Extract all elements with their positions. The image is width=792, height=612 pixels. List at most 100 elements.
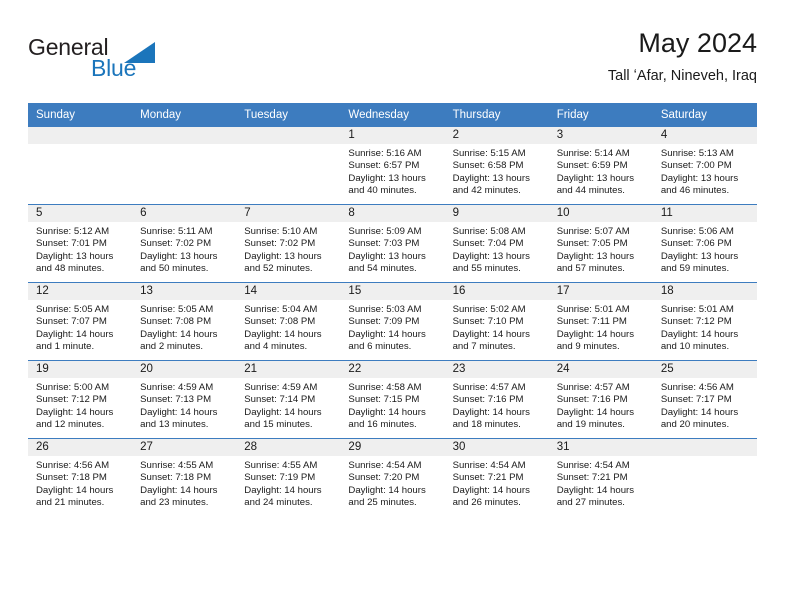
sunrise-time: Sunrise: 4:54 AM — [452, 460, 526, 471]
daylight-duration-line1: Daylight: 14 hours — [348, 406, 426, 418]
calendar-day-cell[interactable]: 24 Sunrise: 4:57 AM Sunset: 7:16 PM Dayligh… — [548, 360, 653, 439]
calendar-day-cell[interactable]: 17 Sunrise: 5:01 AM Sunset: 7:11 PM Dayligh… — [548, 282, 653, 361]
daylight-duration-line1: Daylight: 13 hours — [140, 250, 218, 262]
daylight-duration-line2: and 57 minutes. — [556, 263, 625, 275]
daylight-duration-line1: Daylight: 13 hours — [348, 250, 426, 262]
calendar-day-cell[interactable]: 9 Sunrise: 5:08 AM Sunset: 7:04 PM Daylight… — [444, 204, 549, 283]
calendar-day-cell[interactable]: 27 Sunrise: 4:55 AM Sunset: 7:18 PM Dayligh… — [132, 438, 237, 516]
day-number: 2 — [444, 127, 549, 144]
day-number — [132, 127, 237, 144]
calendar-day-cell[interactable]: 3 Sunrise: 5:14 AM Sunset: 6:59 PM Daylight… — [548, 127, 653, 205]
day-number: 30 — [444, 439, 549, 456]
calendar-day-cell[interactable]: 29 Sunrise: 4:54 AM Sunset: 7:20 PM Dayligh… — [340, 438, 445, 516]
sunset-time: Sunset: 7:18 PM — [140, 472, 212, 484]
daylight-duration-line2: and 21 minutes. — [36, 497, 105, 509]
day-number: 12 — [28, 283, 133, 300]
calendar-week-row: 26 Sunrise: 4:56 AM Sunset: 7:18 PM Dayligh… — [28, 438, 757, 516]
sunrise-time: Sunrise: 5:04 AM — [244, 304, 318, 315]
sunrise-time: Sunrise: 5:14 AM — [556, 148, 630, 159]
sunrise-time: Sunrise: 4:55 AM — [140, 460, 214, 471]
day-cell-details: Sunrise: 5:05 AM Sunset: 7:07 PM Daylight:… — [28, 300, 132, 354]
daylight-duration-line1: Daylight: 14 hours — [244, 328, 322, 340]
sunset-time: Sunset: 7:00 PM — [660, 160, 732, 172]
daylight-duration-line1: Daylight: 14 hours — [556, 484, 635, 496]
day-cell-details — [653, 456, 757, 460]
calendar-day-cell[interactable]: 8 Sunrise: 5:09 AM Sunset: 7:03 PM Daylight… — [340, 204, 445, 283]
calendar-day-cell[interactable]: 20 Sunrise: 4:59 AM Sunset: 7:13 PM Dayligh… — [132, 360, 237, 439]
calendar-day-cell[interactable]: 13 Sunrise: 5:05 AM Sunset: 7:08 PM Dayligh… — [132, 282, 237, 361]
sunrise-sunset-calendar-table: Sunday Monday Tuesday Wednesday Thursday… — [28, 103, 757, 516]
daylight-duration-line2: and 55 minutes. — [452, 263, 521, 275]
day-number: 19 — [28, 361, 133, 378]
calendar-day-cell[interactable]: 1 Sunrise: 5:16 AM Sunset: 6:57 PM Daylight… — [340, 127, 445, 205]
daylight-duration-line1: Daylight: 14 hours — [140, 484, 218, 496]
daylight-duration-line1: Daylight: 14 hours — [244, 406, 322, 418]
day-number: 21 — [236, 361, 341, 378]
sunrise-time: Sunrise: 5:16 AM — [348, 148, 422, 159]
daylight-duration-line2: and 50 minutes. — [140, 263, 209, 275]
calendar-day-cell[interactable]: 23 Sunrise: 4:57 AM Sunset: 7:16 PM Dayligh… — [444, 360, 549, 439]
sunset-time: Sunset: 7:10 PM — [452, 316, 524, 328]
calendar-day-cell[interactable]: 19 Sunrise: 5:00 AM Sunset: 7:12 PM Dayligh… — [28, 360, 133, 439]
calendar-day-cell[interactable]: 2 Sunrise: 5:15 AM Sunset: 6:58 PM Daylight… — [444, 127, 549, 205]
day-number: 28 — [236, 439, 341, 456]
sunset-time: Sunset: 7:08 PM — [140, 316, 212, 328]
sunset-time: Sunset: 7:01 PM — [36, 238, 107, 250]
calendar-day-cell[interactable]: 28 Sunrise: 4:55 AM Sunset: 7:19 PM Dayligh… — [236, 438, 341, 516]
daylight-duration-line2: and 13 minutes. — [140, 419, 209, 431]
day-number: 23 — [444, 361, 549, 378]
daylight-duration-line1: Daylight: 14 hours — [140, 328, 218, 340]
calendar-day-cell[interactable]: 22 Sunrise: 4:58 AM Sunset: 7:15 PM Dayligh… — [340, 360, 445, 439]
day-number: 14 — [236, 283, 341, 300]
daylight-duration-line2: and 4 minutes. — [244, 341, 308, 353]
sunrise-time: Sunrise: 4:57 AM — [452, 382, 526, 393]
calendar-day-cell[interactable]: 21 Sunrise: 4:59 AM Sunset: 7:14 PM Dayligh… — [236, 360, 341, 439]
daylight-duration-line2: and 25 minutes. — [348, 497, 417, 509]
day-number: 22 — [340, 361, 445, 378]
weekday-header-monday: Monday — [132, 103, 237, 127]
daylight-duration-line2: and 9 minutes. — [556, 341, 620, 353]
calendar-day-cell[interactable]: 7 Sunrise: 5:10 AM Sunset: 7:02 PM Daylight… — [236, 204, 341, 283]
calendar-day-cell[interactable]: 4 Sunrise: 5:13 AM Sunset: 7:00 PM Daylight… — [652, 127, 757, 205]
calendar-day-cell[interactable]: 6 Sunrise: 5:11 AM Sunset: 7:02 PM Daylight… — [132, 204, 237, 283]
day-number: 9 — [444, 205, 549, 222]
weekday-header-wednesday: Wednesday — [340, 103, 445, 127]
sunset-time: Sunset: 7:20 PM — [348, 472, 420, 484]
calendar-day-cell[interactable]: 26 Sunrise: 4:56 AM Sunset: 7:18 PM Dayligh… — [28, 438, 133, 516]
calendar-day-cell[interactable]: 31 Sunrise: 4:54 AM Sunset: 7:21 PM Dayligh… — [548, 438, 653, 516]
daylight-duration-line2: and 52 minutes. — [244, 263, 313, 275]
weekday-header-sunday: Sunday — [28, 103, 133, 127]
daylight-duration-line1: Daylight: 13 hours — [452, 172, 530, 184]
calendar-day-cell[interactable]: 18 Sunrise: 5:01 AM Sunset: 7:12 PM Dayligh… — [652, 282, 757, 361]
sunrise-time: Sunrise: 4:54 AM — [556, 460, 630, 471]
calendar-day-cell[interactable]: 16 Sunrise: 5:02 AM Sunset: 7:10 PM Dayligh… — [444, 282, 549, 361]
day-cell-details — [236, 144, 340, 148]
calendar-day-cell[interactable]: 12 Sunrise: 5:05 AM Sunset: 7:07 PM Dayligh… — [28, 282, 133, 361]
day-cell-details — [28, 144, 132, 148]
daylight-duration-line1: Daylight: 14 hours — [36, 484, 114, 496]
day-number: 3 — [548, 127, 653, 144]
calendar-day-cell[interactable]: 30 Sunrise: 4:54 AM Sunset: 7:21 PM Dayligh… — [444, 438, 549, 516]
day-cell-details: Sunrise: 4:57 AM Sunset: 7:16 PM Daylight:… — [445, 378, 549, 432]
sunset-time: Sunset: 7:02 PM — [244, 238, 316, 250]
calendar-day-cell[interactable]: 10 Sunrise: 5:07 AM Sunset: 7:05 PM Dayligh… — [548, 204, 653, 283]
calendar-day-cell[interactable]: 11 Sunrise: 5:06 AM Sunset: 7:06 PM Dayligh… — [652, 204, 757, 283]
sunset-time: Sunset: 7:15 PM — [348, 394, 420, 406]
day-cell-details: Sunrise: 5:04 AM Sunset: 7:08 PM Daylight:… — [236, 300, 340, 354]
calendar-day-cell[interactable]: 14 Sunrise: 5:04 AM Sunset: 7:08 PM Dayligh… — [236, 282, 341, 361]
day-cell-details: Sunrise: 5:07 AM Sunset: 7:05 PM Daylight:… — [549, 222, 653, 276]
calendar-day-cell[interactable]: 25 Sunrise: 4:56 AM Sunset: 7:17 PM Dayligh… — [652, 360, 757, 439]
sunset-time: Sunset: 7:11 PM — [556, 316, 627, 328]
daylight-duration-line1: Daylight: 13 hours — [660, 172, 739, 184]
sunset-time: Sunset: 6:58 PM — [452, 160, 524, 172]
sunrise-time: Sunrise: 5:15 AM — [452, 148, 526, 159]
calendar-day-cell[interactable]: 15 Sunrise: 5:03 AM Sunset: 7:09 PM Dayligh… — [340, 282, 445, 361]
day-number — [236, 127, 341, 144]
calendar-day-cell[interactable]: 5 Sunrise: 5:12 AM Sunset: 7:01 PM Daylight… — [28, 204, 133, 283]
day-cell-details: Sunrise: 4:56 AM Sunset: 7:17 PM Daylight:… — [653, 378, 757, 432]
daylight-duration-line1: Daylight: 14 hours — [36, 406, 114, 418]
day-cell-details: Sunrise: 5:02 AM Sunset: 7:10 PM Daylight:… — [445, 300, 549, 354]
daylight-duration-line1: Daylight: 14 hours — [452, 328, 530, 340]
daylight-duration-line2: and 46 minutes. — [660, 185, 730, 197]
sunset-time: Sunset: 7:06 PM — [660, 238, 732, 250]
